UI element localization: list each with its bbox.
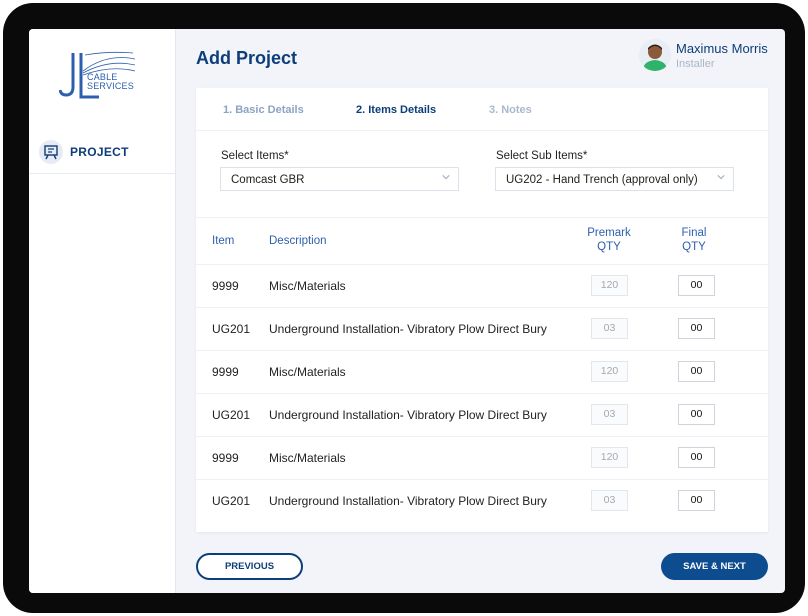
items-details-card: 1. Basic Details 2. Items Details 3. Not… xyxy=(196,88,768,532)
item-code: UG201 xyxy=(212,408,251,422)
logo-text: CABLE SERVICES xyxy=(87,72,134,91)
table-row: 9999 Misc/Materials 120 00 xyxy=(196,436,768,480)
final-qty-input[interactable]: 00 xyxy=(678,447,715,468)
final-header-line1: Final xyxy=(681,227,707,239)
item-code: 9999 xyxy=(212,451,239,465)
table-header: Item Description Premark QTY Final QTY xyxy=(196,217,768,265)
premark-qty-field: 03 xyxy=(591,490,628,511)
final-qty-input[interactable]: 00 xyxy=(678,318,715,339)
previous-button[interactable]: PREVIOUS xyxy=(196,553,303,580)
avatar xyxy=(639,39,671,71)
table-row: 9999 Misc/Materials 120 00 xyxy=(196,264,768,308)
premark-qty-field: 120 xyxy=(591,447,628,468)
app-screen: CABLE SERVICES PROJECT Add Project Maxim… xyxy=(29,29,785,593)
select-sub-items-value: UG202 - Hand Trench (approval only) xyxy=(506,174,698,186)
column-header-description: Description xyxy=(269,235,327,247)
final-qty-input[interactable]: 00 xyxy=(678,361,715,382)
step-items-details[interactable]: 2. Items Details xyxy=(356,104,436,116)
chevron-down-icon xyxy=(717,175,725,180)
user-role: Installer xyxy=(676,58,715,70)
premark-qty-field: 03 xyxy=(591,404,628,425)
table-row: 9999 Misc/Materials 120 00 xyxy=(196,350,768,394)
sidebar-item-project[interactable]: PROJECT xyxy=(29,133,175,174)
select-items-dropdown[interactable]: Comcast GBR xyxy=(220,167,459,191)
premark-header-line2: QTY xyxy=(597,241,621,253)
sidebar-item-label: PROJECT xyxy=(70,145,129,159)
select-items-label: Select Items* xyxy=(221,150,289,162)
user-profile[interactable]: Maximus Morris Installer xyxy=(635,37,785,77)
step-basic-details[interactable]: 1. Basic Details xyxy=(223,104,304,116)
final-qty-input[interactable]: 00 xyxy=(678,404,715,425)
step-notes[interactable]: 3. Notes xyxy=(489,104,532,116)
item-code: 9999 xyxy=(212,365,239,379)
column-header-item: Item xyxy=(212,235,235,247)
final-qty-input[interactable]: 00 xyxy=(678,490,715,511)
item-description: Misc/Materials xyxy=(269,279,346,293)
device-frame: CABLE SERVICES PROJECT Add Project Maxim… xyxy=(3,3,805,613)
sidebar: CABLE SERVICES PROJECT xyxy=(29,29,176,593)
item-description: Misc/Materials xyxy=(269,365,346,379)
item-code: 9999 xyxy=(212,279,239,293)
item-description: Underground Installation- Vibratory Plow… xyxy=(269,408,547,422)
presentation-board-icon xyxy=(39,140,63,164)
premark-qty-field: 03 xyxy=(591,318,628,339)
final-qty-input[interactable]: 00 xyxy=(678,275,715,296)
item-description: Underground Installation- Vibratory Plow… xyxy=(269,322,547,336)
item-description: Misc/Materials xyxy=(269,451,346,465)
premark-qty-field: 120 xyxy=(591,361,628,382)
select-sub-items-dropdown[interactable]: UG202 - Hand Trench (approval only) xyxy=(495,167,734,191)
select-sub-items-label: Select Sub Items* xyxy=(496,150,588,162)
select-items-value: Comcast GBR xyxy=(231,174,305,186)
item-code: UG201 xyxy=(212,322,251,336)
company-logo: CABLE SERVICES xyxy=(58,49,139,105)
user-name: Maximus Morris xyxy=(676,41,768,56)
item-description: Underground Installation- Vibratory Plow… xyxy=(269,494,547,508)
item-code: UG201 xyxy=(212,494,251,508)
final-header-line2: QTY xyxy=(682,241,706,253)
page-title: Add Project xyxy=(196,48,298,68)
save-and-next-button[interactable]: SAVE & NEXT xyxy=(661,553,768,580)
premark-header-line1: Premark xyxy=(587,227,631,239)
table-row: UG201 Underground Installation- Vibrator… xyxy=(196,393,768,437)
stepper: 1. Basic Details 2. Items Details 3. Not… xyxy=(196,88,768,131)
column-header-premark-qty: Premark QTY xyxy=(577,227,641,253)
premark-qty-field: 120 xyxy=(591,275,628,296)
column-header-final-qty: Final QTY xyxy=(662,227,726,253)
table-row: UG201 Underground Installation- Vibrator… xyxy=(196,479,768,522)
table-row: UG201 Underground Installation- Vibrator… xyxy=(196,307,768,351)
chevron-down-icon xyxy=(442,175,450,180)
